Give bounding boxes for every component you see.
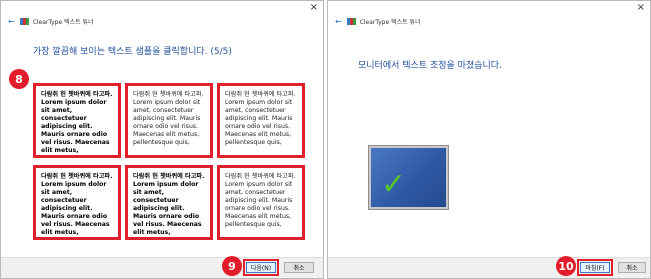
step-badge-9: 9 [222, 256, 242, 276]
back-arrow-icon[interactable]: ← [335, 17, 342, 26]
cleartype-app-icon [346, 17, 356, 25]
instruction-heading: 가장 깔끔해 보이는 텍스트 샘플을 클릭합니다. (5/5) [33, 47, 232, 57]
text-sample-6[interactable]: 다람쥐 헌 쳇바퀴에 타고파. Lorem ipsum dolor sit am… [217, 165, 305, 240]
window-title: ClearType 텍스트 튜너 [359, 18, 421, 26]
sample-text: 다람쥐 헌 쳇바퀴에 타고파. Lorem ipsum dolor sit am… [225, 91, 296, 146]
cleartype-wizard-finish: × ← ClearType 텍스트 튜너 모니터에서 텍스트 조정을 마쳤습니다… [327, 0, 651, 279]
back-arrow-icon[interactable]: ← [8, 17, 15, 26]
text-sample-1[interactable]: 다람쥐 헌 쳇바퀴에 타고파. Lorem ipsum dolor sit am… [33, 83, 121, 158]
close-icon[interactable]: × [310, 3, 318, 13]
step-badge-8: 8 [9, 69, 29, 89]
cancel-button[interactable]: 취소 [618, 262, 646, 273]
sample-text: 다람쥐 헌 쳇바퀴에 타고파. Lorem ipsum dolor sit am… [133, 173, 205, 236]
wizard-footer: 9 다음(N) 취소 [1, 256, 323, 278]
close-icon[interactable]: × [637, 3, 645, 13]
text-sample-3[interactable]: 다람쥐 헌 쳇바퀴에 타고파. Lorem ipsum dolor sit am… [217, 83, 305, 158]
checkmark-icon: ✓ [381, 167, 407, 202]
cleartype-wizard-step5: × ← ClearType 텍스트 튜너 가장 깔끔해 보이는 텍스트 샘플을 … [0, 0, 324, 279]
finish-button[interactable]: 마침(F) [580, 262, 610, 273]
next-button[interactable]: 다음(N) [246, 262, 276, 273]
text-sample-5[interactable]: 다람쥐 헌 쳇바퀴에 타고파. Lorem ipsum dolor sit am… [125, 165, 213, 240]
wizard-footer: 10 마침(F) 취소 [328, 256, 650, 278]
sample-text: 다람쥐 헌 쳇바퀴에 타고파. Lorem ipsum dolor sit am… [41, 91, 113, 154]
title-bar: ← ClearType 텍스트 튜너 [8, 15, 94, 27]
text-sample-4[interactable]: 다람쥐 헌 쳇바퀴에 타고파. Lorem ipsum dolor sit am… [33, 165, 121, 240]
completion-heading: 모니터에서 텍스트 조정을 마쳤습니다. [358, 61, 502, 71]
step-badge-10: 10 [556, 256, 576, 276]
cleartype-app-icon [19, 17, 29, 25]
cancel-button[interactable]: 취소 [284, 262, 314, 273]
window-title: ClearType 텍스트 튜너 [32, 18, 94, 26]
sample-text: 다람쥐 헌 쳇바퀴에 타고파. Lorem ipsum dolor sit am… [225, 173, 296, 228]
text-sample-2[interactable]: 다람쥐 헌 쳇바퀴에 타고파. Lorem ipsum dolor sit am… [125, 83, 213, 158]
monitor-image: ✓ [369, 146, 448, 209]
title-bar: ← ClearType 텍스트 튜너 [335, 15, 421, 27]
sample-text: 다람쥐 헌 쳇바퀴에 타고파. Lorem ipsum dolor sit am… [133, 91, 204, 146]
sample-text: 다람쥐 헌 쳇바퀴에 타고파. Lorem ipsum dolor sit am… [41, 173, 113, 236]
